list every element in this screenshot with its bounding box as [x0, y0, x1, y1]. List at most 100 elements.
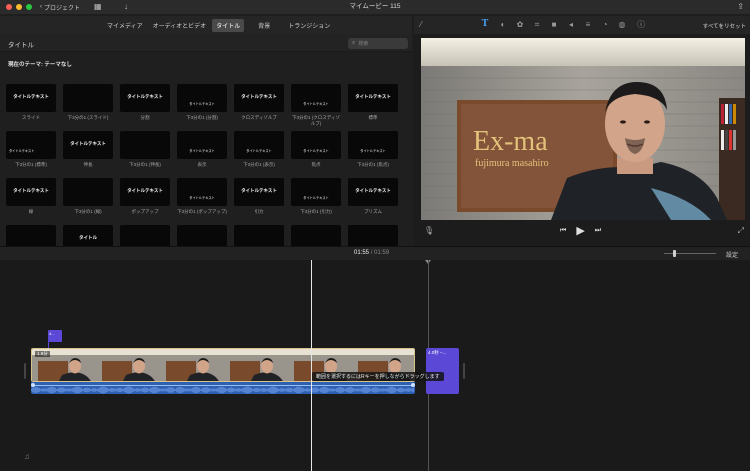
title-tile[interactable]: タイトルテキスト 下3分の1 (ポップアップ) — [177, 178, 227, 215]
timecode-separator: / — [370, 250, 373, 256]
clip-filter-icon[interactable]: ◍ — [617, 20, 627, 30]
skip-back-icon[interactable]: ⏮ — [560, 227, 566, 235]
stabilization-icon[interactable]: ■ — [549, 20, 559, 30]
timeline[interactable]: 4... 1.9分 範囲を選択するにはRキーを押しながらドラッグします 4.0秒… — [0, 260, 750, 471]
title-thumbnail-text: タイトルテキスト — [355, 94, 391, 99]
title-tile[interactable]: タイトルテキスト 標準 — [348, 84, 398, 121]
range-select-tooltip: 範囲を選択するにはRキーを押しながらドラッグします — [312, 372, 444, 381]
timeline-right-edge — [463, 363, 465, 379]
title-marker[interactable]: 4... — [48, 330, 62, 342]
title-tile[interactable] — [6, 225, 56, 246]
title-tile[interactable]: 下3分の1 (スライド) — [63, 84, 113, 121]
title-tile[interactable]: タイトルテキスト 下3分の1 (標準) — [6, 131, 56, 168]
color-correction-icon[interactable]: ✿ — [515, 20, 525, 30]
title-tile[interactable] — [120, 225, 170, 246]
tab-transitions[interactable]: トランジション — [284, 19, 334, 32]
title-tile[interactable]: タイトルテキスト プリズム — [348, 178, 398, 215]
title-thumbnail — [120, 131, 170, 159]
color-balance-icon[interactable]: ◐ — [498, 20, 508, 30]
volume-line[interactable] — [31, 385, 415, 386]
reset-all-button[interactable]: すべてをリセット — [703, 22, 746, 30]
zoom-slider-knob[interactable] — [673, 250, 676, 257]
title-tile[interactable]: タイトルテキスト 下3分の1 (引力) — [291, 178, 341, 215]
magic-wand-icon[interactable]: ⁄ — [416, 20, 426, 30]
media-tab-bar: マイメディア オーディオとビデオ タイトル 背景 トランジション — [0, 16, 412, 34]
title-tile[interactable]: タイトルテキスト 引力 — [234, 178, 284, 215]
tab-my-media[interactable]: マイメディア — [103, 19, 147, 32]
title-tile[interactable]: タイトルテキスト 下3分の1 (表示) — [234, 131, 284, 168]
title-thumbnail-text: タイトルテキスト — [13, 188, 49, 193]
title-thumbnail-text: タイトルテキスト — [189, 102, 215, 106]
title-tile-caption: 引力 — [254, 209, 264, 214]
title-tile[interactable]: タイトル — [63, 225, 113, 246]
timeline-header: 01:55 / 01:59 設定 — [0, 246, 750, 260]
zoom-slider-track[interactable] — [664, 253, 716, 254]
title-thumbnail — [291, 225, 341, 246]
skip-forward-icon[interactable]: ⏭ — [595, 227, 601, 235]
title-thumbnail — [63, 178, 113, 206]
title-tile[interactable]: タイトルテキスト スライド — [6, 84, 56, 121]
crop-icon[interactable]: ⌗ — [532, 20, 542, 30]
clip-frame — [96, 349, 160, 381]
fade-out-handle[interactable] — [411, 383, 415, 387]
title-tile[interactable]: タイトルテキスト線 — [6, 178, 56, 215]
title-tile[interactable]: 下3分の1 (伸長) — [120, 131, 170, 168]
title-tile-caption: プリズム — [364, 209, 382, 214]
browser-title: タイトル — [8, 42, 34, 49]
title-tile[interactable] — [348, 225, 398, 246]
title-thumbnail: タイトルテキスト — [177, 131, 227, 159]
title-tile[interactable] — [234, 225, 284, 246]
play-icon[interactable]: ▶ — [576, 224, 584, 237]
title-thumbnail-text: タイトルテキスト — [303, 196, 329, 200]
playhead[interactable] — [311, 260, 312, 471]
title-thumbnail: タイトル — [63, 225, 113, 246]
title-thumbnail: タイトルテキスト — [291, 84, 341, 112]
speed-icon[interactable]: ◔ — [600, 20, 610, 30]
title-tile[interactable] — [177, 225, 227, 246]
title-tile[interactable]: タイトルテキスト分割 — [120, 84, 170, 121]
tab-backgrounds[interactable]: 背景 — [254, 19, 274, 32]
title-thumbnail: タイトルテキスト — [120, 84, 170, 112]
title-tile-caption: 線 — [28, 209, 34, 214]
titles-browser: 現在のテーマ: テーマなし タイトルテキスト スライド 下3分の1 (スライド) タイ… — [0, 52, 412, 246]
title-tile[interactable]: タイトルテキスト クロスディゾルブ — [234, 84, 284, 121]
noise-reduction-icon[interactable]: ≡ — [583, 20, 593, 30]
search-icon: ⌕ — [352, 40, 356, 46]
title-clip[interactable]: 4.0秒 –... — [426, 348, 459, 394]
share-icon[interactable]: ⇪ — [737, 2, 744, 11]
clip-audio-waveform[interactable] — [31, 382, 415, 394]
playback-controls: ⏮ ▶ ⏭ — [560, 224, 601, 237]
title-thumbnail-text: タイトルテキスト — [303, 102, 329, 106]
title-text-icon[interactable]: T — [480, 19, 490, 29]
fullscreen-icon[interactable]: ⤢ — [738, 226, 744, 236]
volume-icon[interactable]: ◂ — [566, 20, 576, 30]
title-tile[interactable]: タイトルテキスト表示 — [177, 131, 227, 168]
search-placeholder: 検索 — [358, 41, 369, 47]
title-tile[interactable]: タイトルテキスト 下3分の1 (クロスディゾルブ) — [291, 84, 341, 127]
title-thumbnail: タイトルテキスト — [6, 131, 56, 159]
title-tile[interactable]: 下3分の1 (線) — [63, 178, 113, 215]
title-tile-caption: 分割 — [140, 115, 150, 120]
info-icon[interactable]: ⓘ — [636, 20, 646, 30]
title-thumbnail: タイトルテキスト — [6, 84, 56, 112]
title-tile[interactable]: タイトルテキスト 下3分の1 (焦点) — [348, 131, 398, 168]
clip-duration: 1.9分 — [35, 351, 50, 357]
title-tile-caption: 下3分の1 (表示) — [243, 162, 275, 167]
title-tile[interactable]: タイトルテキスト ポップアップ — [120, 178, 170, 215]
title-tile[interactable]: タイトルテキスト 焦点 — [291, 131, 341, 168]
title-tile[interactable]: タイトルテキスト 伸長 — [63, 131, 113, 168]
title-tile[interactable]: タイトルテキスト 下3分の1 (分割) — [177, 84, 227, 121]
tab-titles[interactable]: タイトル — [212, 18, 245, 32]
search-input[interactable]: ⌕ 検索 — [348, 38, 408, 49]
timeline-settings-button[interactable]: 設定 — [726, 250, 738, 259]
title-thumbnail: タイトルテキスト — [234, 84, 284, 112]
title-tile[interactable] — [291, 225, 341, 246]
inspector-toolbar: ⁄ T ◐ ✿ ⌗ ■ ◂ ≡ ◔ ◍ ⓘ すべてをリセット — [414, 16, 750, 34]
title-thumbnail: タイトルテキスト — [348, 131, 398, 159]
tab-audio-video[interactable]: オーディオとビデオ — [149, 19, 211, 32]
title-tile-caption: 標準 — [368, 115, 378, 120]
video-preview[interactable]: Ex-ma fujimura masahiro — [421, 38, 745, 220]
fade-in-handle[interactable] — [31, 383, 35, 387]
title-tile-caption: 表示 — [197, 162, 207, 167]
microphone-icon[interactable]: 🎙 — [424, 226, 434, 235]
